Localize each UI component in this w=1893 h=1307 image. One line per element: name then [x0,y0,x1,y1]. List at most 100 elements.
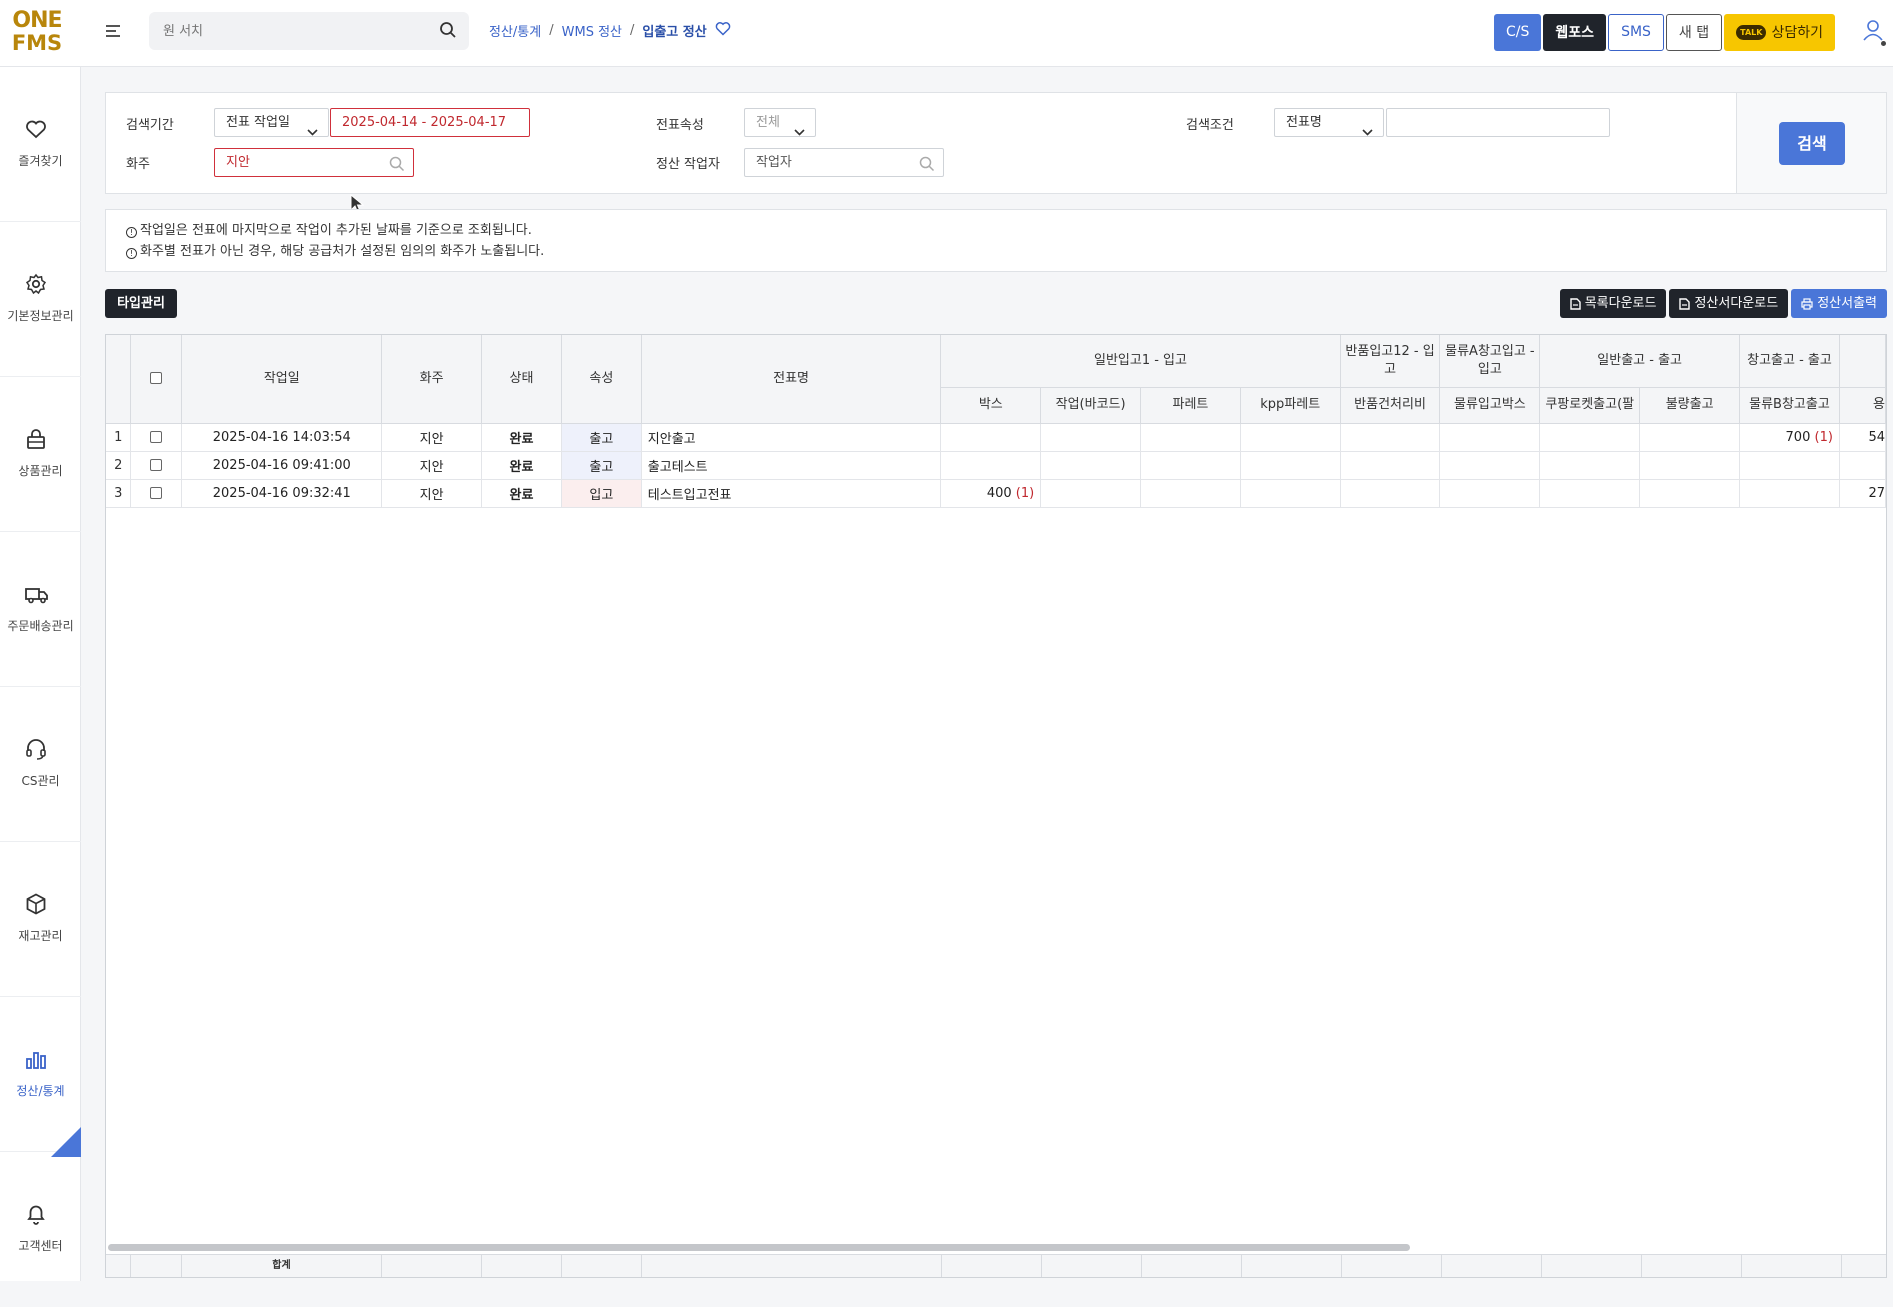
breadcrumb-item-wms[interactable]: WMS 정산 [562,21,622,40]
user-avatar-icon[interactable] [1863,19,1886,46]
table-row[interactable]: 1 2025-04-16 14:03:54 지안 완료 출고 지안출고 700 … [106,423,1886,452]
search-icon[interactable] [919,155,935,182]
col-header-shipper[interactable]: 화주 [381,335,483,424]
sidebar-item-order-delivery[interactable]: 주문배송관리 [0,532,81,687]
printer-icon [1801,297,1813,310]
cell-empty [1539,423,1641,452]
cell-overflow: 27 [1839,479,1886,508]
truck-icon [24,582,48,606]
cell-empty [1539,451,1641,480]
breadcrumb-item-settlement[interactable]: 정산/통계 [489,21,541,40]
col-group-overflow [1839,335,1886,388]
favorite-heart-icon[interactable] [715,21,731,40]
col-header-defect-out[interactable]: 불량출고 [1639,387,1741,424]
condition-value: 전표명 [1286,115,1322,130]
period-range-input[interactable]: 2025-04-14 - 2025-04-17 [330,108,530,137]
footer-cell [1742,1255,1842,1277]
row-checkbox[interactable] [150,487,163,499]
cell-empty [1040,451,1142,480]
table-row[interactable]: 2 2025-04-16 09:41:00 지안 완료 출고 출고테스트 [106,451,1886,480]
condition-input[interactable] [1386,108,1610,137]
logo-line2: FMS [11,31,63,55]
table-row[interactable]: 3 2025-04-16 09:32:41 지안 완료 입고 테스트입고전표 4… [106,479,1886,508]
attr-select[interactable]: 전체 [744,108,816,137]
sidebar-item-favorites[interactable]: 즐겨찾기 [0,67,81,222]
sidebar-item-label: 기본정보관리 [7,309,74,323]
notice-box: ! 작업일은 전표에 마지막으로 작업이 추가된 날짜를 기준으로 조회됩니다. … [105,209,1887,272]
consult-button[interactable]: TALK 상담하기 [1724,13,1835,51]
sms-button[interactable]: SMS [1608,13,1664,51]
col-header-overflow[interactable]: 용 [1839,387,1886,424]
shipper-label: 화주 [126,157,150,172]
sidebar-item-label: CS관리 [21,774,60,788]
cell-attr: 출고 [561,423,642,452]
attr-label: 전표속성 [656,118,704,133]
notice-text-1: 작업일은 전표에 마지막으로 작업이 추가된 날짜를 기준으로 조회됩니다. [140,223,532,238]
col-header-no [106,335,132,424]
condition-label: 검색조건 [1186,118,1234,133]
cell-name[interactable]: 출고테스트 [641,451,942,480]
sidebar-item-label: 재고관리 [18,929,63,943]
footer-cell [1342,1255,1442,1277]
col-header-barcode-work[interactable]: 작업(바코드) [1040,387,1142,424]
col-header-logistics-in-box[interactable]: 물류입고박스 [1439,387,1541,424]
cell-warehouse-b-value: 700 [1785,429,1811,445]
statement-print-button[interactable]: 정산서출력 [1791,289,1887,318]
sidebar-item-cs[interactable]: CS관리 [0,687,81,842]
col-header-pallet[interactable]: 파레트 [1140,387,1241,424]
col-header-kpp-pallet[interactable]: kpp파레트 [1240,387,1341,424]
sidebar: 즐겨찾기 기본정보관리 상품관리 주문배송관리 CS관리 재고관리 정산/통계 … [0,67,81,1281]
list-download-button[interactable]: 목록다운로드 [1559,289,1667,318]
col-header-box[interactable]: 박스 [940,387,1042,424]
col-header-warehouse-b-out[interactable]: 물류B창고출고 [1739,387,1840,424]
worker-input[interactable]: 작업자 [744,148,944,177]
row-checkbox[interactable] [150,459,163,471]
new-tab-button[interactable]: 새 탭 [1665,13,1723,51]
global-search[interactable] [149,12,469,50]
footer-cell [1242,1255,1342,1277]
type-manage-button[interactable]: 타입관리 [105,289,177,318]
period-type-select[interactable]: 전표 작업일 [214,108,329,137]
col-header-return-fee[interactable]: 반품건처리비 [1340,387,1441,424]
select-all-checkbox[interactable] [150,372,163,385]
search-button[interactable]: 검색 [1779,122,1845,165]
cell-attr: 입고 [561,479,642,508]
webpos-button[interactable]: 웹포스 [1543,13,1607,51]
search-icon[interactable] [439,21,457,43]
col-header-workdate[interactable]: 작업일 [181,335,383,424]
sidebar-item-products[interactable]: 상품관리 [0,377,81,532]
cs-button[interactable]: C/S [1494,13,1542,51]
sidebar-item-support[interactable]: 고객센터 [0,1152,81,1307]
global-search-input[interactable] [149,12,419,50]
sidebar-item-inventory[interactable]: 재고관리 [0,842,81,997]
app-logo[interactable]: ONE FMS [8,10,66,56]
cell-empty [1040,423,1142,452]
cell-shipper: 지안 [381,423,483,452]
search-icon[interactable] [389,155,405,182]
cell-empty [1240,451,1341,480]
cell-name[interactable]: 테스트입고전표 [641,479,942,508]
menu-toggle-icon[interactable] [106,22,124,40]
cell-box [940,451,1042,480]
footer-cell [482,1255,562,1277]
col-header-name[interactable]: 전표명 [641,335,942,424]
cell-name[interactable]: 지안출고 [641,423,942,452]
col-header-status[interactable]: 상태 [481,335,562,424]
col-group-warehouse-out: 창고출고 - 출고 [1739,335,1840,388]
horizontal-scrollbar[interactable] [108,1244,1410,1251]
col-header-coupang-rocket[interactable]: 쿠팡로켓출고(팔 [1539,387,1641,424]
sidebar-item-label: 정산/통계 [16,1084,65,1098]
row-checkbox[interactable] [150,431,163,443]
shipper-input[interactable]: 지안 [214,148,414,177]
talk-badge-icon: TALK [1736,24,1767,40]
sidebar-item-basic-info[interactable]: 기본정보관리 [0,222,81,377]
row-checkbox-cell [130,451,183,480]
col-header-attr[interactable]: 속성 [561,335,642,424]
statement-download-button[interactable]: 정산서다운로드 [1669,289,1789,318]
condition-select[interactable]: 전표명 [1274,108,1384,137]
notice-line-1: ! 작업일은 전표에 마지막으로 작업이 추가된 날짜를 기준으로 조회됩니다. [126,220,1866,241]
logo-line1: ONE [12,8,62,33]
sidebar-item-label: 상품관리 [18,464,63,478]
cell-empty [1639,479,1741,508]
cell-shipper: 지안 [381,451,483,480]
